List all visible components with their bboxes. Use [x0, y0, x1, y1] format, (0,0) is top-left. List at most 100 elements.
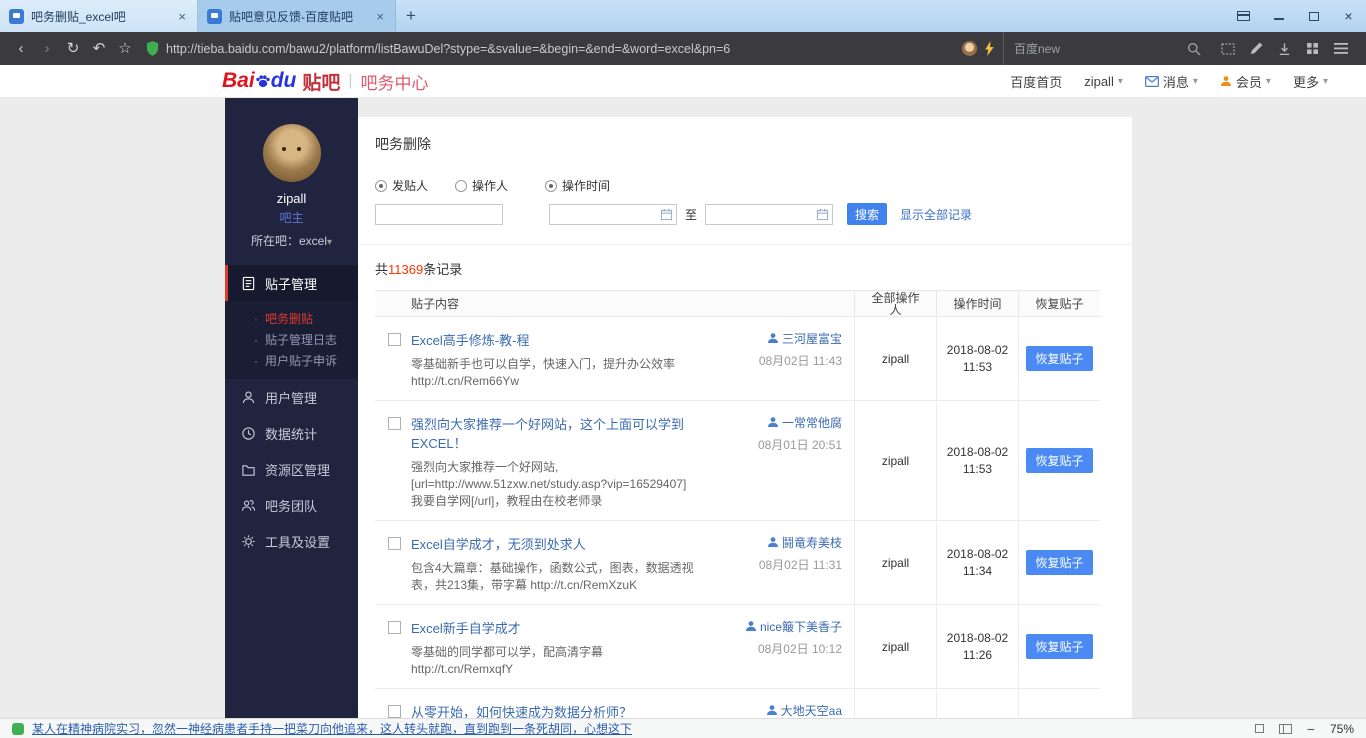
- sidebar-item-tools[interactable]: 工具及设置: [225, 523, 358, 559]
- operation-time-cell: 2018-08-02 11:34: [936, 521, 1018, 604]
- url-field[interactable]: http://tieba.baidu.com/bawu2/platform/li…: [138, 41, 1003, 56]
- filter-by-time[interactable]: 操作时间: [545, 177, 610, 194]
- row-checkbox[interactable]: [388, 333, 401, 346]
- search-icon[interactable]: [1187, 42, 1201, 56]
- start-date-input[interactable]: [549, 204, 677, 225]
- operation-time-cell: 2018-08-02 11:26: [936, 689, 1018, 718]
- sidebar-item-post-appeal[interactable]: ·用户贴子申诉: [225, 350, 358, 371]
- reading-view-icon[interactable]: [1279, 724, 1292, 734]
- favorites-star-icon[interactable]: ☆: [112, 32, 138, 65]
- fullscreen-icon[interactable]: [1255, 724, 1264, 733]
- menu-label: 贴子管理: [265, 274, 317, 293]
- browser-window: 吧务删贴_excel吧 × 贴吧意见反馈-百度贴吧 × + × ‹ › ↻ ↶ …: [0, 0, 1366, 738]
- undo-button[interactable]: ↶: [86, 32, 112, 65]
- baidu-tieba-logo[interactable]: Bai du 贴吧 | 吧务中心: [222, 68, 429, 95]
- extension-lightning-icon[interactable]: [984, 41, 995, 56]
- clock-icon: [241, 426, 256, 441]
- forum-selector[interactable]: 所在吧：excel▾: [225, 232, 358, 249]
- tab-preview-button[interactable]: [1226, 0, 1261, 32]
- nav-member-menu[interactable]: 会员▾: [1220, 72, 1271, 91]
- operation-time: 2018-08-02 11:53: [946, 444, 1010, 478]
- end-date-input[interactable]: [705, 204, 833, 225]
- search-button[interactable]: 搜索: [847, 203, 887, 225]
- poster-name-input[interactable]: [375, 204, 503, 225]
- post-author-link[interactable]: 三河屋富宝: [706, 330, 842, 347]
- nav-messages-menu[interactable]: 消息▾: [1145, 72, 1198, 91]
- user-avatar[interactable]: [263, 124, 321, 182]
- gear-icon: [241, 534, 256, 549]
- maximize-button[interactable]: [1296, 0, 1331, 32]
- logo-section-title: 吧务中心: [361, 69, 429, 94]
- back-button[interactable]: ‹: [8, 32, 34, 65]
- radio-time[interactable]: [545, 180, 557, 192]
- browser-tab-inactive[interactable]: 贴吧意见反馈-百度贴吧 ×: [198, 0, 396, 32]
- column-header-operator-filter[interactable]: 全部操作人: [854, 291, 936, 316]
- chevron-down-icon: ▾: [1118, 76, 1123, 87]
- restore-post-button[interactable]: 恢复贴子: [1026, 550, 1092, 575]
- row-checkbox[interactable]: [388, 621, 401, 634]
- edit-pen-icon[interactable]: [1250, 42, 1263, 55]
- post-date: 08月02日 10:12: [706, 640, 842, 657]
- filter-by-poster[interactable]: 发贴人: [375, 177, 428, 194]
- radio-operator[interactable]: [455, 180, 467, 192]
- table-row: 从零开始，如何快速成为数据分析师？ 没有基础的小白学习数据分析，总有很多困惑，不…: [375, 689, 1100, 718]
- row-checkbox[interactable]: [388, 705, 401, 718]
- sidebar-item-statistics[interactable]: 数据统计: [225, 415, 358, 451]
- calendar-icon[interactable]: [660, 208, 673, 221]
- post-title-link[interactable]: Excel新手自学成才: [411, 618, 698, 637]
- sidebar-item-team[interactable]: 吧务团队: [225, 487, 358, 523]
- zoom-level[interactable]: 75%: [1330, 722, 1354, 736]
- post-author-link[interactable]: 鬪竜寿美枝: [706, 534, 842, 551]
- post-author-link[interactable]: 大地天空aa: [706, 702, 842, 718]
- restore-post-button[interactable]: 恢复贴子: [1026, 634, 1092, 659]
- sidebar-item-post-management[interactable]: 贴子管理: [225, 265, 358, 301]
- post-description: 零基础新手也可以自学，快速入门，提升办公效率 http://t.cn/Rem66…: [411, 356, 698, 390]
- security-shield-icon: [146, 41, 159, 56]
- sidebar-item-bawu-delete[interactable]: ·吧务删贴: [225, 308, 358, 329]
- menu-icon[interactable]: [1334, 43, 1348, 54]
- forward-button[interactable]: ›: [34, 32, 60, 65]
- zoom-out-icon[interactable]: −: [1307, 724, 1315, 734]
- browser-search-box[interactable]: 百度new: [1003, 32, 1211, 65]
- nav-baidu-home[interactable]: 百度首页: [1010, 72, 1062, 91]
- menu-label: 贴子管理日志: [265, 331, 337, 348]
- member-badge-icon: [1220, 75, 1232, 87]
- restore-post-button[interactable]: 恢复贴子: [1026, 346, 1092, 371]
- post-title-link[interactable]: 强烈向大家推荐一个好网站，这个上面可以学到EXCEL！: [411, 414, 698, 452]
- calendar-icon[interactable]: [816, 208, 829, 221]
- post-title-link[interactable]: Excel高手修炼-教-程: [411, 330, 698, 349]
- snip-icon[interactable]: [1221, 43, 1235, 55]
- post-title-link[interactable]: 从零开始，如何快速成为数据分析师？: [411, 702, 698, 718]
- nav-username-menu[interactable]: zipall▾: [1084, 74, 1123, 89]
- restore-post-button[interactable]: 恢复贴子: [1026, 448, 1092, 473]
- post-date: 08月02日 11:43: [706, 352, 842, 369]
- bullet-icon: ·: [254, 312, 258, 326]
- download-icon[interactable]: [1278, 42, 1291, 56]
- sidebar-item-resources[interactable]: 资源区管理: [225, 451, 358, 487]
- row-checkbox[interactable]: [388, 417, 401, 430]
- show-all-records-link[interactable]: 显示全部记录: [900, 206, 972, 223]
- new-tab-button[interactable]: +: [396, 0, 426, 32]
- post-author-link[interactable]: nice簸下美香子: [706, 618, 842, 635]
- refresh-button[interactable]: ↻: [60, 32, 86, 65]
- minimize-button[interactable]: [1261, 0, 1296, 32]
- close-window-button[interactable]: ×: [1331, 0, 1366, 32]
- sidebar-item-user-management[interactable]: 用户管理: [225, 379, 358, 415]
- post-author-link[interactable]: 一常常他腐: [706, 414, 842, 431]
- nav-more-menu[interactable]: 更多▾: [1293, 72, 1328, 91]
- filter-by-operator[interactable]: 操作人: [455, 177, 508, 194]
- user-role-badge: 吧主: [225, 209, 358, 226]
- browser-tab-active[interactable]: 吧务删贴_excel吧 ×: [0, 0, 198, 32]
- tab-close-icon[interactable]: ×: [374, 9, 386, 24]
- sidebar-item-post-log[interactable]: ·贴子管理日志: [225, 329, 358, 350]
- person-icon: [745, 620, 757, 632]
- menu-label: 吧务团队: [265, 496, 317, 515]
- status-link-preview[interactable]: 某人在精神病院实习，忽然一神经病患者手持一把菜刀向他追来，这人转头就跑，直到跑到…: [32, 720, 632, 737]
- post-title-link[interactable]: Excel自学成才，无须到处求人: [411, 534, 698, 553]
- tab-close-icon[interactable]: ×: [176, 9, 188, 24]
- extension-monkey-icon[interactable]: [962, 41, 977, 56]
- menu-label: 用户贴子申诉: [265, 352, 337, 369]
- row-checkbox[interactable]: [388, 537, 401, 550]
- radio-poster[interactable]: [375, 180, 387, 192]
- apps-grid-icon[interactable]: [1306, 42, 1319, 55]
